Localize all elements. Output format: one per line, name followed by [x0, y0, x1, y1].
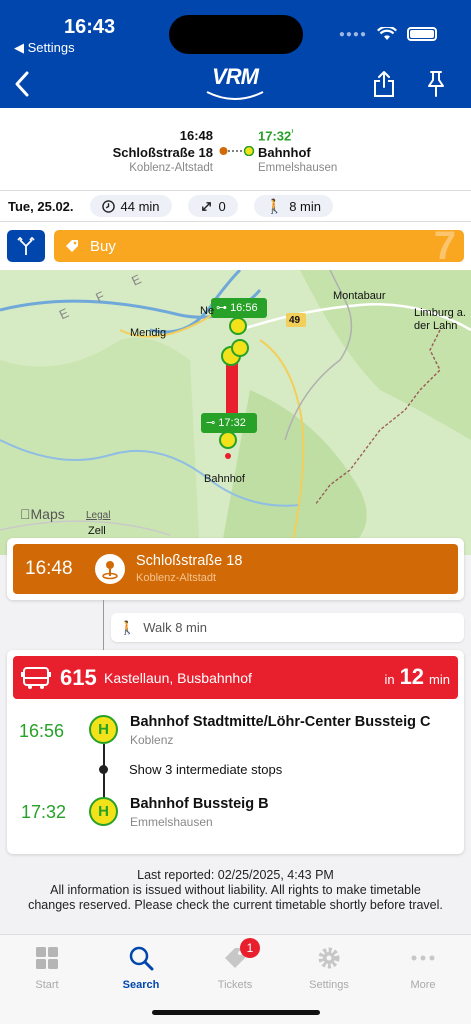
bus-leg-card[interactable]: 615 Kastellaun, Busbahnhof in 12 min 16:56… [7, 650, 464, 854]
stop-time-arrival: 17:32 [21, 802, 67, 822]
tab-settings[interactable]: Settings [294, 943, 364, 991]
map-legal-link[interactable]: Legal [86, 510, 110, 521]
pin-icon[interactable] [424, 70, 448, 98]
route-map[interactable]: Montabaur Limburg a. der Lahn Mendig Ne … [0, 270, 471, 555]
gear-icon [318, 947, 340, 969]
wifi-icon [377, 27, 397, 40]
battery-icon [407, 27, 437, 41]
walk-label: Walk 8 min [143, 620, 207, 635]
status-time: 16:43 [64, 16, 116, 38]
walk-pill: 🚶 8 min [253, 195, 334, 217]
summary-departure: 16:48 Schloßstraße 18 Koblenz-Altstadt [113, 128, 213, 174]
intermediate-dot [99, 765, 108, 774]
departure-countdown: in 12 min [384, 664, 450, 689]
clock-icon [101, 199, 115, 213]
start-card[interactable]: 16:48 Schloßstraße 18 Koblenz-Altstadt [7, 538, 464, 600]
back-to-settings-link[interactable]: ◀ Settings [14, 40, 75, 56]
action-row: Buy 7 [0, 222, 471, 270]
signal-icon: ●●●● [338, 28, 367, 40]
more-icon [411, 955, 435, 961]
buy-watermark: 7 [433, 230, 456, 262]
stop-area-arrival: Emmelshausen [130, 815, 213, 829]
stop-name-arrival[interactable]: Bahnhof Bussteig B [130, 796, 269, 812]
share-icon[interactable] [372, 70, 396, 98]
map-tag-departure: ⊶ 16:56 [216, 302, 258, 314]
fork-icon [17, 236, 35, 255]
bus-stop-icon: H [89, 715, 118, 744]
line-number: 615 [60, 665, 97, 690]
buy-button[interactable]: Buy 7 [54, 230, 464, 262]
stop-name-departure[interactable]: Bahnhof Stadtmitte/Löhr-Center Bussteig … [130, 714, 430, 730]
start-time: 16:48 [25, 558, 73, 579]
start-banner: 16:48 Schloßstraße 18 Koblenz-Altstadt [13, 544, 458, 594]
departure-area: Koblenz-Altstadt [129, 162, 213, 174]
start-name: Schloßstraße 18 [136, 553, 243, 569]
tab-more[interactable]: More [388, 943, 458, 991]
back-chevron-icon[interactable] [12, 70, 32, 98]
last-reported: Last reported: 02/25/2025, 4:43 PM [137, 868, 334, 882]
apple-icon:  [20, 506, 31, 522]
map-label-mendig: Mendig [130, 327, 167, 339]
grid-icon [36, 947, 58, 969]
map-label-lahn: der Lahn [414, 320, 458, 332]
bus-icon [21, 667, 51, 689]
arrival-area: Emmelshausen [258, 162, 338, 175]
trip-date: Tue, 25.02. [8, 198, 74, 214]
walk-icon: 🚶 [265, 197, 284, 214]
duration-pill: 44 min [89, 195, 172, 217]
departure-time: 16:48 [179, 128, 213, 143]
route-connector-icon [219, 146, 255, 156]
map-label-zell: Zell [88, 525, 106, 537]
arrival-time: 17:32⁾ [258, 128, 294, 144]
apple-maps-logo: Maps [20, 506, 65, 522]
line-banner: 615 Kastellaun, Busbahnhof in 12 min [13, 656, 458, 699]
dynamic-island [169, 15, 303, 54]
map-label-ne: Ne [200, 305, 215, 317]
status-icons: ●●●● [339, 27, 437, 41]
stop-area-departure: Koblenz [130, 733, 174, 747]
map-tag-arrival: ⊸ 17:32 [206, 417, 246, 429]
stop-time-departure: 16:56 [19, 721, 65, 741]
map-label-bahnhof: Bahnhof [204, 473, 245, 485]
tab-tickets[interactable]: Tickets 1 [200, 938, 270, 991]
transfer-icon [201, 201, 211, 211]
search-icon [129, 946, 154, 971]
summary-arrival: 17:32⁾ Bahnhof Emmelshausen [258, 128, 337, 174]
timeline-connector [103, 600, 104, 650]
app-header: 16:43 ◀ Settings ●●●● VRM [0, 0, 471, 108]
start-area: Koblenz-Altstadt [136, 572, 217, 584]
tab-start[interactable]: Start [12, 943, 82, 991]
disclaimer: Last reported: 02/25/2025, 4:43 PM All i… [0, 868, 471, 913]
departure-name: Schloßstraße 18 [112, 145, 213, 160]
map-label-montabaur: Montabaur [333, 290, 386, 302]
vrm-logo: VRM [201, 64, 269, 102]
alternatives-button[interactable] [7, 230, 45, 262]
map-label-road49: 49 [289, 315, 301, 326]
transfers-pill: 0 [187, 195, 238, 217]
disclaimer-line-1: All information is issued without liabil… [50, 883, 421, 897]
arrival-name: Bahnhof [258, 145, 311, 161]
tab-search[interactable]: Search [106, 943, 176, 991]
walk-segment[interactable]: 🚶 Walk 8 min [111, 613, 464, 642]
trip-info-row: Tue, 25.02. 44 min 0 🚶 8 min [0, 190, 471, 222]
line-direction: Kastellaun, Busbahnhof [104, 670, 252, 686]
home-indicator [152, 1010, 320, 1015]
show-intermediate-stops[interactable]: Show 3 intermediate stops [129, 762, 282, 777]
map-label-limburg: Limburg a. [414, 307, 466, 319]
bus-stop-icon: H [89, 797, 118, 826]
ticket-tag-icon [66, 240, 78, 252]
tickets-badge: 1 [240, 938, 260, 958]
walk-icon: 🚶 [119, 619, 136, 635]
disclaimer-line-2: changes reserved. Please check the curre… [28, 898, 443, 912]
start-location-icon [95, 554, 125, 584]
